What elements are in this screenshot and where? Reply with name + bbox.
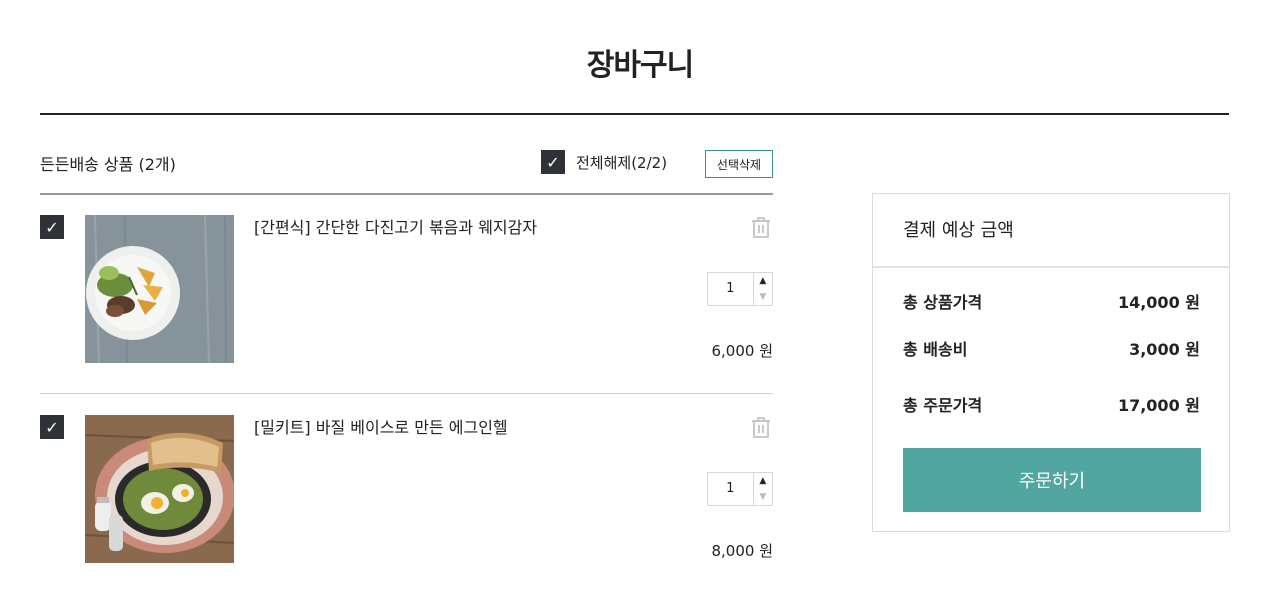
summary-label: 총 주문가격: [903, 396, 983, 415]
item-divider: [40, 393, 773, 394]
summary-value: 3,000 원: [1129, 340, 1200, 359]
triangle-down-icon[interactable]: ▼: [754, 489, 772, 505]
summary-value: 14,000 원: [1117, 293, 1200, 312]
delete-selected-button[interactable]: 선택삭제: [705, 150, 773, 178]
select-all-toggle[interactable]: ✓ 전체해제(2/2): [541, 150, 667, 174]
triangle-down-icon[interactable]: ▼: [754, 289, 772, 305]
summary-label: 총 배송비: [903, 340, 968, 359]
order-button[interactable]: 주문하기: [903, 448, 1201, 512]
item-checkbox[interactable]: ✓: [40, 415, 64, 439]
cart-item: ✓ [간편식] 간단한 다진고기 볶음과 웨지감자 1 ▲ ▼ 6,000 원: [40, 195, 773, 375]
summary-title: 결제 예상 금액: [903, 220, 1014, 241]
product-image[interactable]: [85, 415, 234, 563]
quantity-stepper[interactable]: 1 ▲ ▼: [707, 272, 773, 306]
triangle-up-icon[interactable]: ▲: [754, 273, 772, 289]
trash-icon[interactable]: [749, 415, 773, 439]
triangle-up-icon[interactable]: ▲: [754, 473, 772, 489]
cart-item: ✓ [밀키트] 바질 베이스로 만든 에그인헬 1 ▲ ▼ 8,000 원: [40, 395, 773, 575]
item-name[interactable]: [간편식] 간단한 다진고기 볶음과 웨지감자: [254, 214, 537, 238]
page-title: 장바구니: [586, 48, 694, 83]
title-divider: [40, 113, 1229, 115]
item-checkbox[interactable]: ✓: [40, 215, 64, 239]
select-all-label: 전체해제(2/2): [576, 153, 668, 172]
quantity-stepper[interactable]: 1 ▲ ▼: [707, 472, 773, 506]
quantity-input[interactable]: 1: [708, 473, 754, 505]
item-price: 8,000 원: [711, 542, 773, 560]
summary-value: 17,000 원: [1117, 396, 1200, 415]
item-name[interactable]: [밀키트] 바질 베이스로 만든 에그인헬: [254, 414, 508, 438]
section-label: 든든배송 상품 (2개): [40, 155, 176, 174]
item-price: 6,000 원: [711, 342, 773, 360]
quantity-input[interactable]: 1: [708, 273, 754, 305]
summary-divider: [873, 266, 1229, 268]
summary-label: 총 상품가격: [903, 293, 983, 312]
trash-icon[interactable]: [749, 215, 773, 239]
product-image[interactable]: [85, 215, 234, 363]
checkmark-icon: ✓: [45, 418, 59, 437]
select-all-checkbox[interactable]: ✓: [541, 150, 565, 174]
order-summary-panel: 결제 예상 금액 총 상품가격 14,000 원 총 배송비 3,000 원 총…: [872, 193, 1230, 532]
checkmark-icon: ✓: [546, 153, 560, 172]
cart-header: 든든배송 상품 (2개) ✓ 전체해제(2/2) 선택삭제: [40, 150, 773, 180]
checkmark-icon: ✓: [45, 218, 59, 237]
